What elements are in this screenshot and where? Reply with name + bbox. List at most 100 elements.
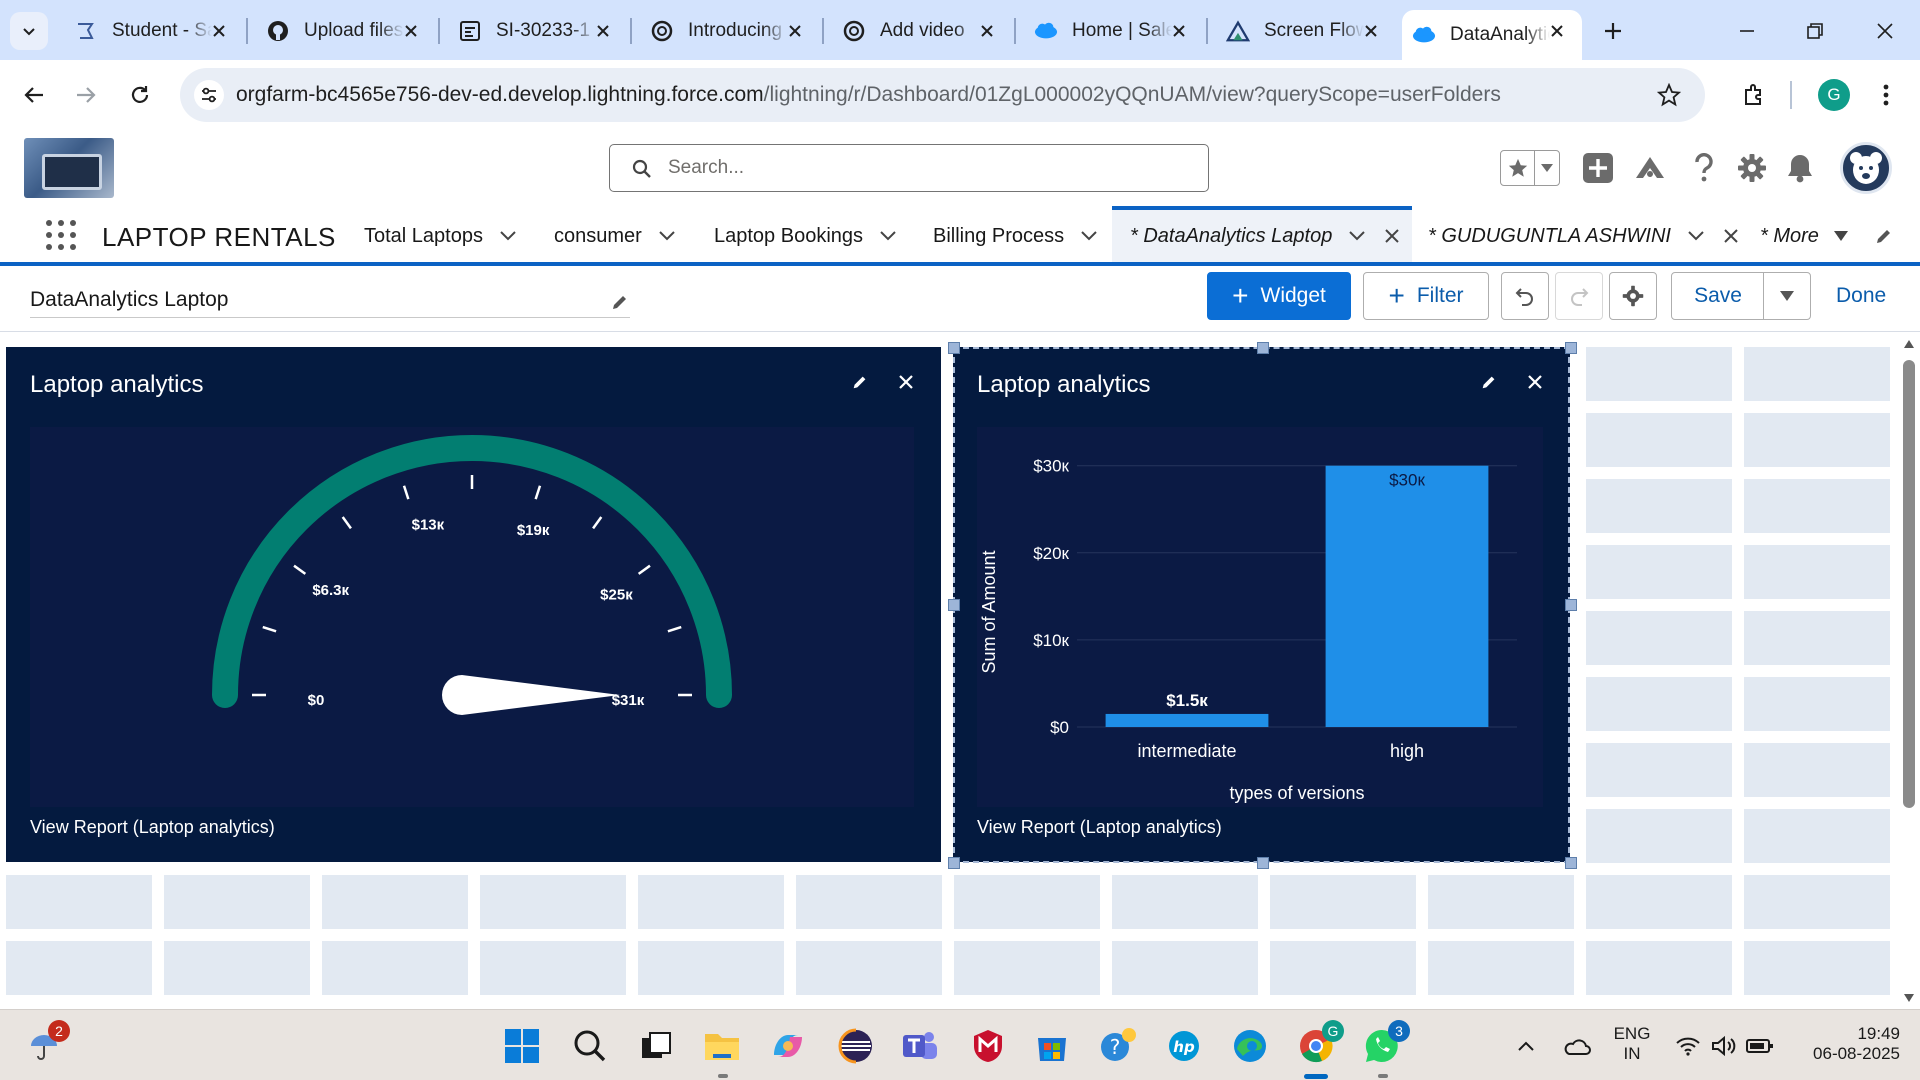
scroll-down-icon[interactable] xyxy=(1903,993,1915,1003)
view-report-link[interactable]: View Report (Laptop analytics) xyxy=(30,817,275,838)
favorites-menu-button[interactable] xyxy=(1535,151,1559,185)
teams-button[interactable] xyxy=(898,1024,942,1068)
task-view-button[interactable] xyxy=(634,1024,678,1068)
close-icon[interactable] xyxy=(1168,20,1190,42)
chevron-down-icon[interactable] xyxy=(879,227,897,245)
nav-item-consumer[interactable]: consumer xyxy=(554,210,676,262)
browser-tab[interactable]: Student - Salesforce xyxy=(64,10,244,52)
nav-item-dataanalytics-laptop[interactable]: * DataAnalytics Laptop xyxy=(1112,206,1412,262)
close-icon[interactable] xyxy=(893,369,919,395)
close-icon[interactable] xyxy=(976,20,998,42)
browser-tab[interactable]: Add video xyxy=(832,10,1012,52)
resize-handle[interactable] xyxy=(1257,857,1269,869)
scroll-up-icon[interactable] xyxy=(1903,339,1915,349)
eclipse-button[interactable] xyxy=(834,1024,878,1068)
resize-handle[interactable] xyxy=(948,599,960,611)
nav-item-laptop-bookings[interactable]: Laptop Bookings xyxy=(714,210,897,262)
browser-tab[interactable]: Screen Flow xyxy=(1216,10,1396,52)
browser-tab-active[interactable]: DataAnalytics xyxy=(1402,10,1582,60)
chevron-down-icon[interactable] xyxy=(499,227,517,245)
hp-button[interactable]: hp xyxy=(1162,1024,1206,1068)
microsoft-store-button[interactable] xyxy=(1030,1024,1074,1068)
undo-button[interactable] xyxy=(1501,272,1549,320)
close-icon[interactable] xyxy=(1384,227,1402,245)
add-filter-button[interactable]: + Filter xyxy=(1363,272,1489,320)
resize-handle[interactable] xyxy=(948,857,960,869)
org-logo[interactable] xyxy=(24,138,114,198)
resize-handle[interactable] xyxy=(1565,342,1577,354)
bookmark-star-button[interactable] xyxy=(1655,81,1683,109)
resize-handle[interactable] xyxy=(1565,857,1577,869)
forward-button[interactable] xyxy=(68,77,104,113)
clock[interactable]: 19:49 06-08-2025 xyxy=(1790,1024,1900,1064)
pencil-icon[interactable] xyxy=(847,369,873,395)
trailhead-guide-button[interactable] xyxy=(1632,150,1668,186)
get-help-button[interactable]: ? xyxy=(1096,1024,1140,1068)
file-explorer-button[interactable] xyxy=(700,1024,744,1068)
back-button[interactable] xyxy=(16,77,52,113)
copilot-button[interactable] xyxy=(766,1024,810,1068)
notifications-button[interactable] xyxy=(1782,150,1818,186)
whatsapp-button[interactable]: 3 xyxy=(1360,1020,1410,1068)
extensions-button[interactable] xyxy=(1736,77,1772,113)
start-button[interactable] xyxy=(500,1024,544,1068)
browser-tab[interactable]: SI-30233-1 xyxy=(448,10,628,52)
language-indicator[interactable]: ENG IN xyxy=(1604,1024,1660,1064)
pencil-icon[interactable] xyxy=(610,292,630,312)
chevron-down-icon[interactable] xyxy=(1687,227,1705,245)
global-actions-button[interactable] xyxy=(1580,150,1616,186)
profile-button[interactable]: G xyxy=(1816,77,1852,113)
reload-button[interactable] xyxy=(122,77,158,113)
tab-search-button[interactable] xyxy=(10,12,48,50)
global-search[interactable]: Search... xyxy=(609,144,1209,192)
chevron-down-icon[interactable] xyxy=(1080,227,1098,245)
nav-item-more[interactable]: * More xyxy=(1760,210,1851,262)
close-icon[interactable] xyxy=(208,20,230,42)
show-hidden-icons-button[interactable] xyxy=(1504,1024,1548,1068)
done-button[interactable]: Done xyxy=(1836,284,1886,308)
search-taskbar-button[interactable] xyxy=(568,1024,612,1068)
close-icon[interactable] xyxy=(1546,20,1568,42)
scrollbar-thumb[interactable] xyxy=(1903,360,1915,808)
chrome-button[interactable]: G xyxy=(1294,1020,1344,1068)
browser-tab[interactable]: Introducing xyxy=(640,10,820,52)
weather-widget[interactable]: 2 xyxy=(22,1020,70,1068)
dashboard-title-field[interactable]: DataAnalytics Laptop xyxy=(30,284,630,318)
chevron-down-icon[interactable] xyxy=(658,227,676,245)
help-button[interactable] xyxy=(1686,150,1722,186)
caret-down-icon[interactable] xyxy=(1833,227,1851,245)
user-avatar[interactable] xyxy=(1840,142,1892,194)
edge-button[interactable] xyxy=(1228,1024,1272,1068)
chevron-down-icon[interactable] xyxy=(1348,227,1366,245)
gauge-widget[interactable]: Laptop analytics $0 $6.3к $13к $19к $25к $31к… xyxy=(6,347,941,862)
favorites-button[interactable] xyxy=(1501,151,1535,185)
resize-handle[interactable] xyxy=(1565,599,1577,611)
new-tab-button[interactable] xyxy=(1598,16,1628,46)
browser-tab[interactable]: Home | Salesforce xyxy=(1024,10,1204,52)
mcafee-button[interactable] xyxy=(966,1024,1010,1068)
close-icon[interactable] xyxy=(1723,227,1741,245)
browser-tab[interactable]: Upload files xyxy=(256,10,436,52)
resize-handle[interactable] xyxy=(1257,342,1269,354)
onedrive-button[interactable] xyxy=(1554,1024,1598,1068)
edit-nav-button[interactable] xyxy=(1874,210,1894,262)
save-button[interactable]: Save xyxy=(1671,272,1765,320)
address-bar[interactable]: orgfarm-bc4565e756-dev-ed.develop.lightn… xyxy=(180,68,1705,122)
close-icon[interactable] xyxy=(400,20,422,42)
nav-item-total-laptops[interactable]: Total Laptops xyxy=(364,210,517,262)
site-info-button[interactable] xyxy=(194,80,224,110)
restore-button[interactable] xyxy=(1798,14,1832,48)
close-icon[interactable] xyxy=(1360,20,1382,42)
setup-button[interactable] xyxy=(1734,150,1770,186)
nav-item-guduguntla-ashwini[interactable]: * GUDUGUNTLA ASHWINI xyxy=(1428,210,1741,262)
add-widget-button[interactable]: + Widget xyxy=(1207,272,1351,320)
dashboard-properties-button[interactable] xyxy=(1609,272,1657,320)
app-launcher-button[interactable] xyxy=(44,218,78,252)
window-close-button[interactable] xyxy=(1868,14,1902,48)
redo-button[interactable] xyxy=(1555,272,1603,320)
battery-button[interactable] xyxy=(1738,1024,1782,1068)
minimize-button[interactable] xyxy=(1730,14,1764,48)
browser-menu-button[interactable] xyxy=(1868,77,1904,113)
close-icon[interactable] xyxy=(784,20,806,42)
save-menu-button[interactable] xyxy=(1763,272,1811,320)
